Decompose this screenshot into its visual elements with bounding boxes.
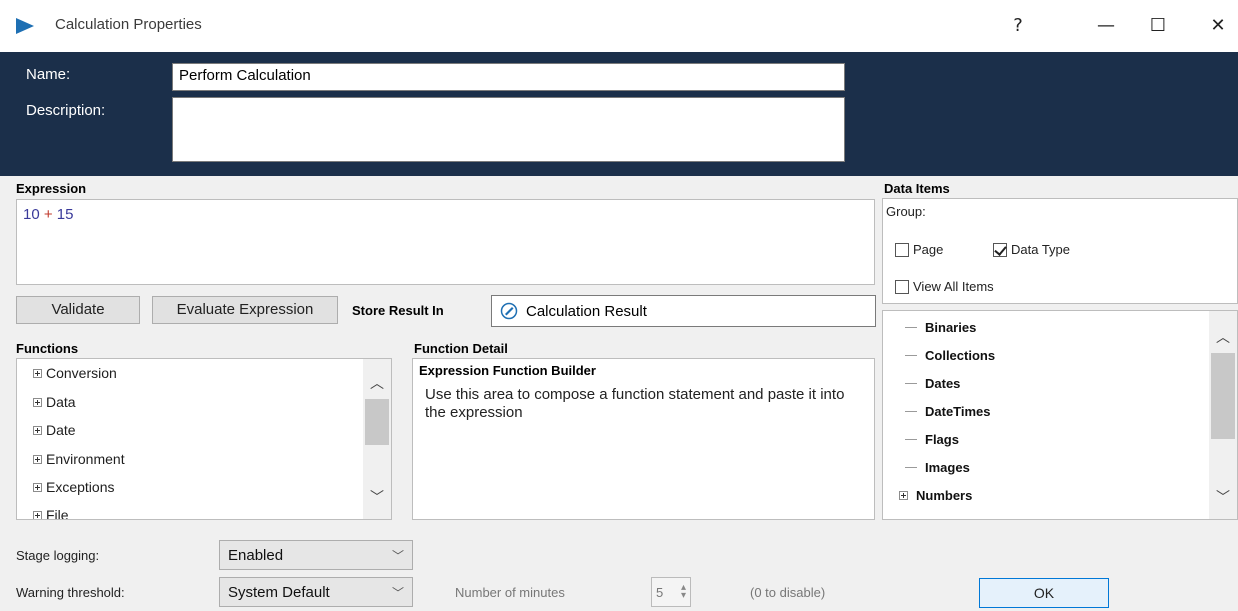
data-item[interactable]: Binaries [905,320,976,335]
data-items-group-panel: Group: Page Data Type View All Items [882,198,1238,304]
expand-icon[interactable] [33,425,42,435]
expand-icon[interactable] [899,491,908,500]
tree-item[interactable]: Exceptions [33,479,114,495]
page-checkbox[interactable] [895,242,909,257]
name-label: Name: [26,66,71,83]
expand-icon[interactable] [33,482,42,492]
validate-button[interactable]: Validate [16,296,140,324]
scroll-thumb[interactable] [365,399,389,445]
maximize-button[interactable]: ☐ [1138,12,1178,40]
ok-button[interactable]: OK [979,578,1109,608]
expression-number: 10 [23,206,40,223]
close-button[interactable]: ✕ [1198,12,1238,40]
tree-item[interactable]: File [33,507,69,519]
expression-label: Expression [16,181,87,196]
store-result-field[interactable]: Calculation Result [491,295,876,327]
view-all-checkbox[interactable] [895,279,909,294]
expression-operator: + [43,206,53,223]
data-type-checkbox[interactable] [993,242,1007,257]
expression-number: 15 [56,206,74,223]
description-field[interactable] [172,97,845,162]
tree-item[interactable]: Date [33,422,76,438]
data-type-checkbox-label: Data Type [1011,242,1071,257]
functions-scrollbar[interactable]: ︿ ﹀ [363,359,391,519]
function-detail-panel: Expression Function Builder Use this are… [412,358,875,520]
help-button[interactable]: ? [998,12,1038,40]
tree-item[interactable]: Data [33,394,76,410]
description-label: Description: [26,102,106,119]
app-logo-icon [16,18,34,34]
expand-icon[interactable] [33,510,42,519]
window-title: Calculation Properties [55,16,202,33]
minutes-value: 5 [656,584,664,600]
page-checkbox-label: Page [913,242,944,257]
store-result-value: Calculation Result [526,302,647,320]
functions-tree[interactable]: Conversion Data Date Environment Excepti… [16,358,392,520]
expand-icon[interactable] [33,454,42,464]
data-item[interactable]: Numbers [899,488,972,503]
group-label: Group: [886,204,926,219]
store-result-label: Store Result In [352,303,444,318]
data-item-icon [500,302,518,320]
view-all-checkbox-label: View All Items [913,279,994,294]
data-item[interactable]: Dates [905,376,960,391]
functions-label: Functions [16,341,79,356]
function-detail-text: Use this area to compose a function stat… [425,386,845,421]
warning-threshold-select[interactable]: System Default ﹀ [219,577,413,607]
scroll-up-icon[interactable]: ︿ [1215,327,1231,347]
scroll-down-icon[interactable]: ﹀ [1215,487,1231,507]
tree-item[interactable]: Environment [33,451,125,467]
data-items-label: Data Items [884,181,950,196]
name-field[interactable]: Perform Calculation [172,63,845,91]
function-detail-label: Function Detail [414,341,508,356]
chevron-down-icon: ﹀ [391,585,404,600]
scroll-up-icon[interactable]: ︿ [369,373,385,393]
data-type-checkbox-row[interactable]: Data Type [993,242,1070,257]
stage-logging-label: Stage logging: [16,548,100,563]
view-all-checkbox-row[interactable]: View All Items [895,279,994,294]
data-items-scrollbar[interactable]: ︿ ﹀ [1209,311,1237,519]
evaluate-expression-button[interactable]: Evaluate Expression [152,296,338,324]
data-items-tree[interactable]: Binaries Collections Dates DateTimes Fla… [882,310,1238,520]
data-item[interactable]: Collections [905,348,995,363]
expand-icon[interactable] [33,397,42,407]
minutes-label: Number of minutes [455,585,565,600]
disable-hint: (0 to disable) [750,585,826,600]
data-item[interactable]: Images [905,460,970,475]
tree-item[interactable]: Conversion [33,365,117,381]
expression-editor[interactable]: 10 + 15 [16,199,875,285]
scroll-down-icon[interactable]: ﹀ [369,487,385,507]
data-item[interactable]: Flags [905,432,959,447]
scroll-thumb[interactable] [1211,353,1235,439]
data-item[interactable]: DateTimes [905,404,991,419]
chevron-down-icon: ﹀ [391,548,404,563]
page-checkbox-row[interactable]: Page [895,242,943,257]
spinner-icon[interactable]: ▴ ▾ [681,583,686,601]
function-builder-heading: Expression Function Builder [419,363,596,378]
minutes-stepper[interactable]: 5 ▴ ▾ [651,577,691,607]
warning-threshold-label: Warning threshold: [16,585,125,600]
minimize-button[interactable]: — [1086,12,1126,40]
stage-logging-select[interactable]: Enabled ﹀ [219,540,413,570]
expand-icon[interactable] [33,368,42,378]
